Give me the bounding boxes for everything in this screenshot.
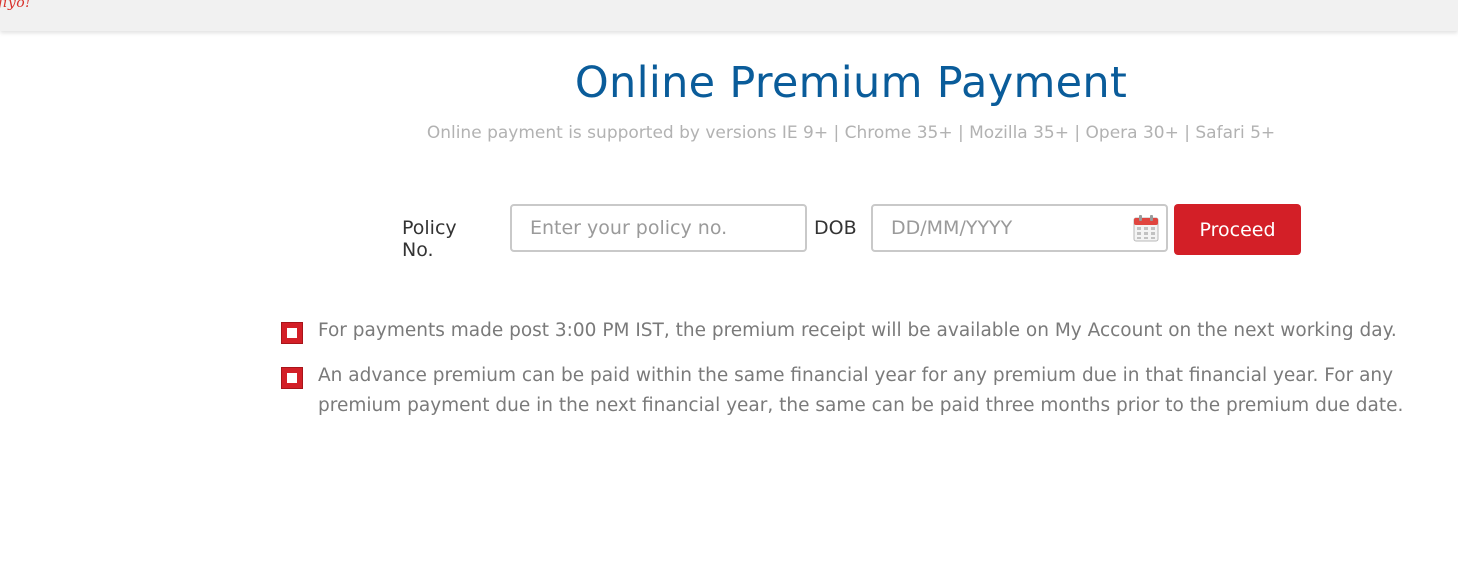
list-item: For payments made post 3:00 PM IST, the … xyxy=(281,316,1416,346)
list-item: An advance premium can be paid within th… xyxy=(281,361,1416,421)
dob-label: DOB xyxy=(814,217,857,239)
browser-support-note: Online payment is supported by versions … xyxy=(426,123,1276,143)
brand-logo[interactable]: jiyo! xyxy=(0,0,31,11)
red-square-bullet-icon xyxy=(281,367,303,389)
page-title: Online Premium Payment xyxy=(574,58,1128,108)
top-header-bar: jiyo! xyxy=(0,0,1458,31)
dob-input[interactable] xyxy=(871,204,1168,252)
red-square-bullet-icon xyxy=(281,322,303,344)
calendar-icon[interactable] xyxy=(1133,214,1159,242)
note-text: For payments made post 3:00 PM IST, the … xyxy=(318,320,1397,341)
policy-number-input[interactable] xyxy=(510,204,807,252)
policy-number-label: Policy No. xyxy=(402,217,457,261)
proceed-button[interactable]: Proceed xyxy=(1174,204,1301,255)
notes-list: For payments made post 3:00 PM IST, the … xyxy=(281,316,1416,436)
note-text: An advance premium can be paid within th… xyxy=(318,365,1404,416)
